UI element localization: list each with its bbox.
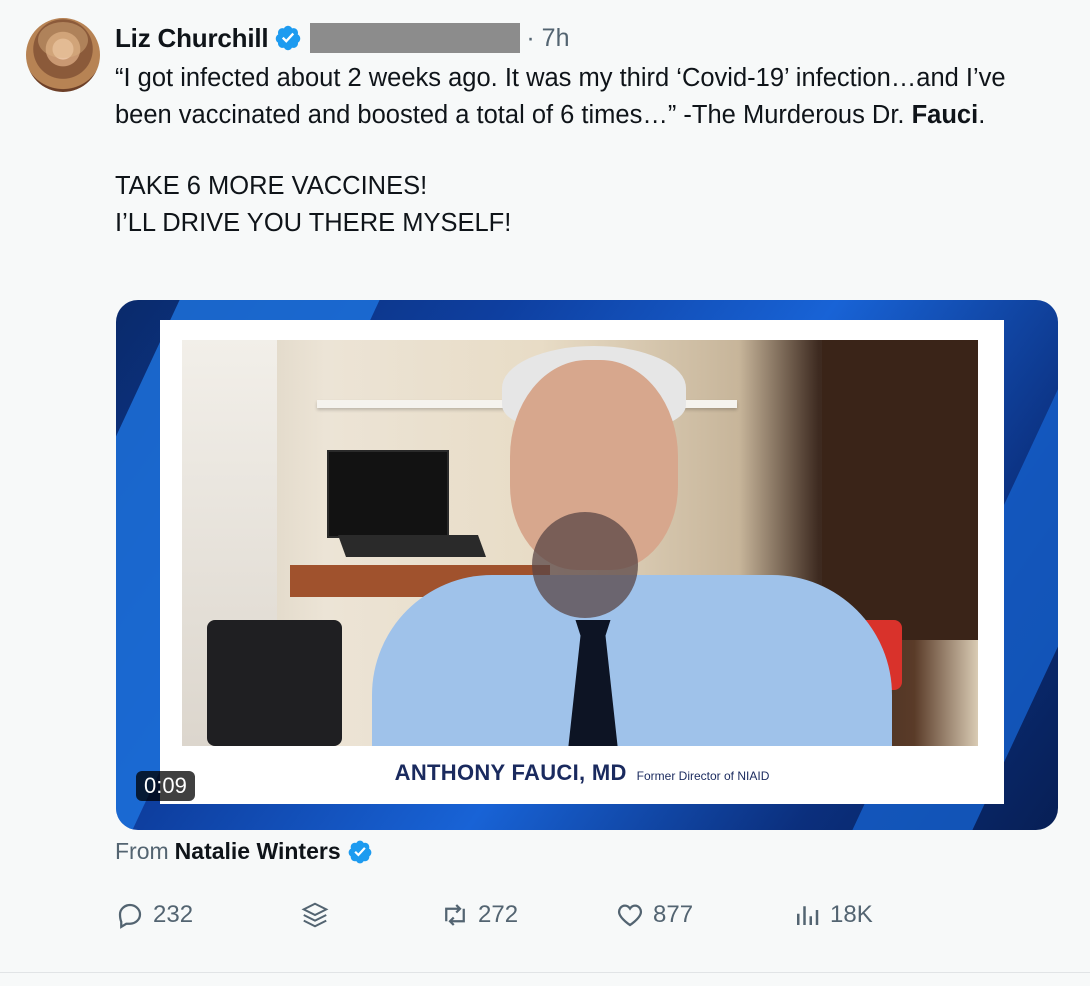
- heart-icon: [617, 904, 643, 927]
- verified-badge-icon: [276, 25, 301, 51]
- like-button[interactable]: 877: [615, 900, 693, 930]
- video-duration: 0:09: [136, 771, 195, 801]
- video-caption: ANTHONY FAUCI, MD Former Director of NIA…: [160, 760, 1004, 786]
- attribution: From Natalie Winters: [115, 838, 373, 865]
- stack-button[interactable]: [300, 900, 338, 930]
- avatar[interactable]: [26, 18, 100, 92]
- tweet-header: Liz Churchill · 7h: [115, 20, 570, 56]
- divider: [0, 972, 1090, 973]
- attribution-prefix: From: [115, 838, 169, 864]
- retweet-count: 272: [478, 901, 519, 928]
- handle-redacted: [310, 23, 521, 53]
- like-count: 877: [653, 901, 694, 928]
- caption-title: Former Director of NIAID: [636, 769, 770, 783]
- bold-word: Fauci: [911, 101, 979, 129]
- video-frame: ANTHONY FAUCI, MD Former Director of NIA…: [160, 320, 1004, 804]
- blur-overlay: [532, 512, 638, 618]
- reply-count: 232: [153, 901, 194, 928]
- views-button[interactable]: 18K: [792, 900, 873, 930]
- retweet-icon: [445, 904, 465, 926]
- author-name[interactable]: Liz Churchill: [115, 23, 269, 54]
- tweet-card[interactable]: Liz Churchill · 7h “I got infected about…: [0, 0, 1090, 972]
- tweet-actions: 232 272 877 18K: [115, 900, 875, 944]
- tweet-line-2: TAKE 6 MORE VACCINES!: [115, 172, 428, 200]
- tweet-line-3: I’LL DRIVE YOU THERE MYSELF!: [115, 209, 512, 237]
- view-count: 18K: [830, 901, 873, 928]
- retweet-button[interactable]: 272: [440, 900, 518, 930]
- video-player[interactable]: ANTHONY FAUCI, MD Former Director of NIA…: [116, 300, 1058, 830]
- bar-chart-icon: [797, 906, 819, 925]
- tweet-text: “I got infected about 2 weeks ago. It wa…: [115, 60, 1065, 242]
- caption-name: ANTHONY FAUCI, MD: [394, 760, 627, 785]
- reply-icon: [118, 903, 142, 929]
- video-still: [182, 340, 978, 746]
- timestamp[interactable]: · 7h: [526, 24, 569, 53]
- attribution-source[interactable]: Natalie Winters: [175, 838, 341, 865]
- layers-icon: [301, 902, 329, 928]
- tweet-paragraph-1: “I got infected about 2 weeks ago. It wa…: [115, 64, 1006, 129]
- reply-button[interactable]: 232: [115, 900, 193, 930]
- verified-badge-icon: [348, 840, 371, 863]
